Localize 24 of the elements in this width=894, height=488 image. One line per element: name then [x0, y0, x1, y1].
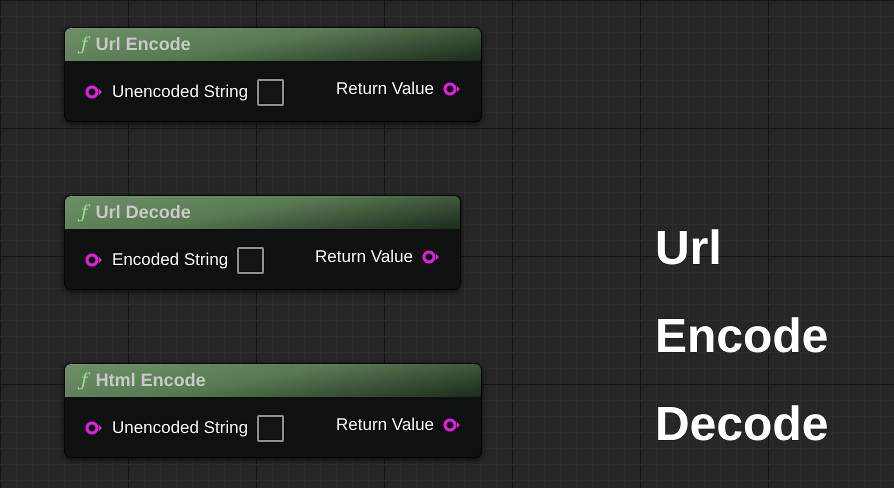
- output-pin-label: Return Value: [336, 78, 434, 100]
- input-pin-label: Unencoded String: [112, 417, 248, 440]
- pin-icon[interactable]: [443, 418, 461, 432]
- function-node[interactable]: ƒ Url Encode Unencoded String Return Value: [64, 27, 482, 122]
- function-node[interactable]: ƒ Url Decode Encoded String Return Value: [64, 195, 461, 290]
- pin-icon[interactable]: [443, 82, 461, 96]
- node-title: Url Encode: [96, 33, 191, 56]
- pin-icon[interactable]: [85, 85, 103, 99]
- output-pin-label: Return Value: [315, 246, 413, 268]
- output-pin-label: Return Value: [336, 414, 434, 436]
- function-node[interactable]: ƒ Html Encode Unencoded String Return Value: [64, 363, 482, 458]
- string-field[interactable]: [237, 246, 264, 274]
- input-pin-label: Encoded String: [112, 249, 228, 272]
- caption-word: Encode: [655, 309, 828, 365]
- pin-icon[interactable]: [85, 253, 103, 267]
- input-pin-label: Unencoded String: [112, 81, 248, 104]
- string-field[interactable]: [257, 414, 284, 442]
- node-title: Html Encode: [96, 369, 206, 392]
- node-title: Url Decode: [96, 201, 191, 224]
- caption-word: Decode: [655, 397, 828, 453]
- caption-word: Url: [655, 221, 723, 277]
- pin-icon[interactable]: [85, 421, 103, 435]
- string-field[interactable]: [257, 78, 284, 106]
- pin-icon[interactable]: [422, 250, 440, 264]
